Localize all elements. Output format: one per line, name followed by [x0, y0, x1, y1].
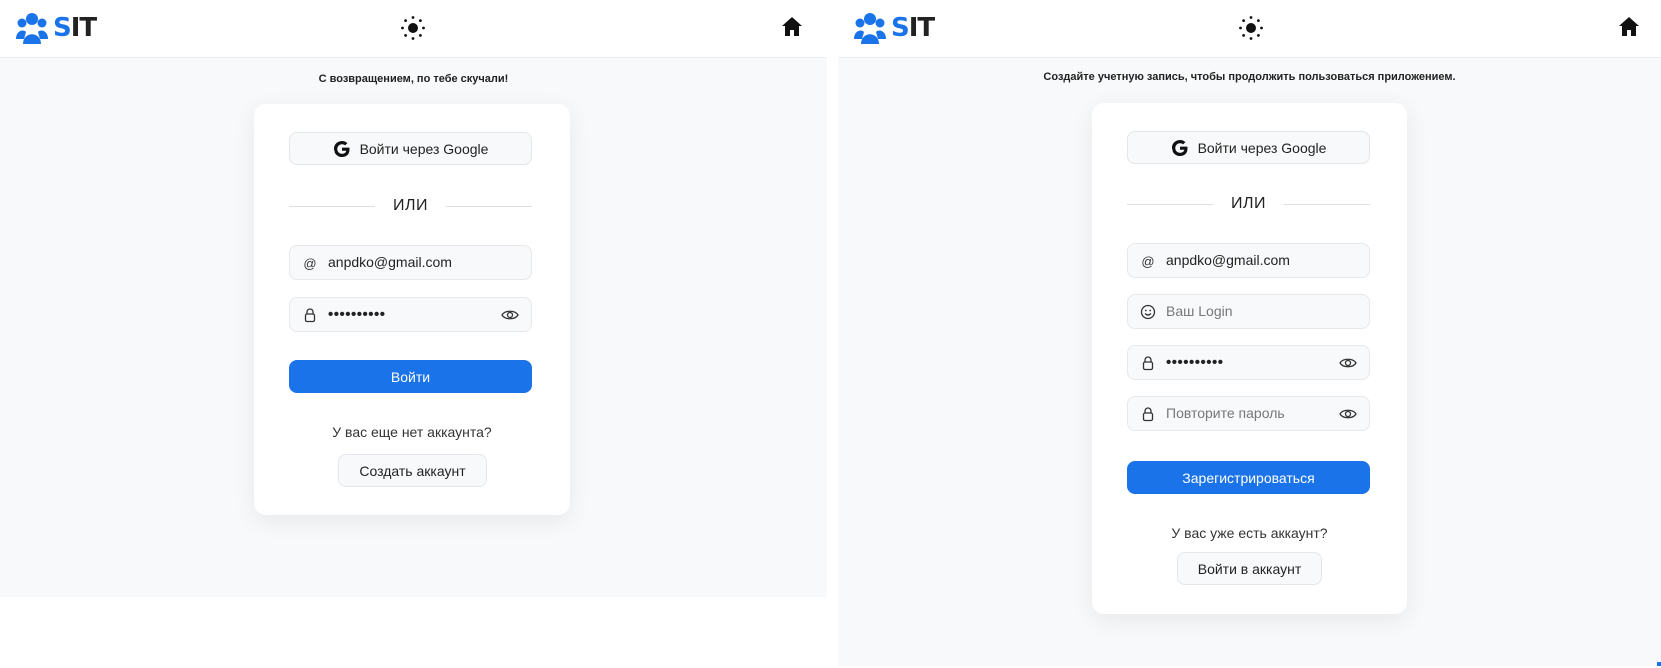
top-header: SIT	[838, 0, 1661, 58]
register-button[interactable]: Зарегистрироваться	[1127, 461, 1370, 494]
smile-icon	[1140, 304, 1156, 320]
register-card: Войти через Google ИЛИ @ anpdko@gmail.co…	[1092, 103, 1407, 614]
password-field[interactable]: ••••••••••	[1127, 345, 1370, 380]
login-button[interactable]: Войти	[289, 360, 532, 393]
google-signin-label: Войти через Google	[1197, 139, 1327, 156]
login-placeholder: Ваш Login	[1166, 303, 1233, 319]
login-field[interactable]: Ваш Login	[1127, 294, 1370, 329]
password-value: ••••••••••	[1166, 354, 1224, 371]
or-divider: ИЛИ	[289, 196, 532, 216]
password-field[interactable]: ••••••••••	[289, 297, 532, 332]
brand-name: SIT	[53, 13, 97, 43]
lock-icon	[1142, 407, 1154, 422]
email-value: anpdko@gmail.com	[328, 254, 452, 270]
login-page: SIT С возвращением, по тебе скучали! Вой…	[0, 0, 827, 597]
google-signin-button[interactable]: Войти через Google	[289, 132, 532, 165]
eye-icon[interactable]	[1339, 355, 1357, 371]
email-value: anpdko@gmail.com	[1166, 252, 1290, 268]
at-icon: @	[303, 255, 317, 271]
google-signin-button[interactable]: Войти через Google	[1127, 131, 1370, 164]
sun-icon[interactable]	[1238, 15, 1264, 41]
brand-logo[interactable]: SIT	[854, 10, 935, 46]
repeat-password-placeholder: Повторите пароль	[1166, 405, 1285, 421]
lock-icon	[1142, 356, 1154, 371]
or-divider-label: ИЛИ	[1231, 195, 1266, 212]
home-icon[interactable]	[1618, 16, 1640, 38]
corner-accent	[1657, 662, 1661, 666]
or-divider-label: ИЛИ	[393, 197, 428, 214]
login-card: Войти через Google ИЛИ @ anpdko@gmail.co…	[254, 104, 570, 515]
eye-icon[interactable]	[1339, 406, 1357, 422]
or-divider: ИЛИ	[1127, 194, 1370, 214]
email-field[interactable]: @ anpdko@gmail.com	[289, 245, 532, 280]
lock-icon	[304, 308, 316, 323]
create-account-button[interactable]: Создать аккаунт	[338, 454, 487, 487]
register-page: SIT Создайте учетную запись, чтобы продо…	[838, 0, 1661, 666]
home-icon[interactable]	[781, 16, 803, 38]
sun-icon[interactable]	[400, 15, 426, 41]
has-account-text: У вас уже есть аккаунт?	[1171, 525, 1328, 541]
signin-account-button[interactable]: Войти в аккаунт	[1177, 552, 1322, 585]
google-icon	[333, 140, 350, 157]
google-icon	[1171, 139, 1188, 156]
brand-logo[interactable]: SIT	[16, 10, 97, 46]
no-account-text: У вас еще нет аккаунта?	[332, 424, 492, 440]
google-signin-label: Войти через Google	[359, 140, 489, 157]
brand-name: SIT	[891, 13, 935, 43]
at-icon: @	[1141, 253, 1155, 269]
eye-icon[interactable]	[501, 307, 519, 323]
top-header: SIT	[0, 0, 827, 58]
users-icon	[854, 13, 886, 44]
register-subtitle: Создайте учетную запись, чтобы продолжит…	[1043, 71, 1456, 83]
welcome-subtitle: С возвращением, по тебе скучали!	[318, 73, 509, 85]
email-field[interactable]: @ anpdko@gmail.com	[1127, 243, 1370, 278]
password-value: ••••••••••	[328, 306, 386, 323]
repeat-password-field[interactable]: Повторите пароль	[1127, 396, 1370, 431]
users-icon	[16, 13, 48, 44]
